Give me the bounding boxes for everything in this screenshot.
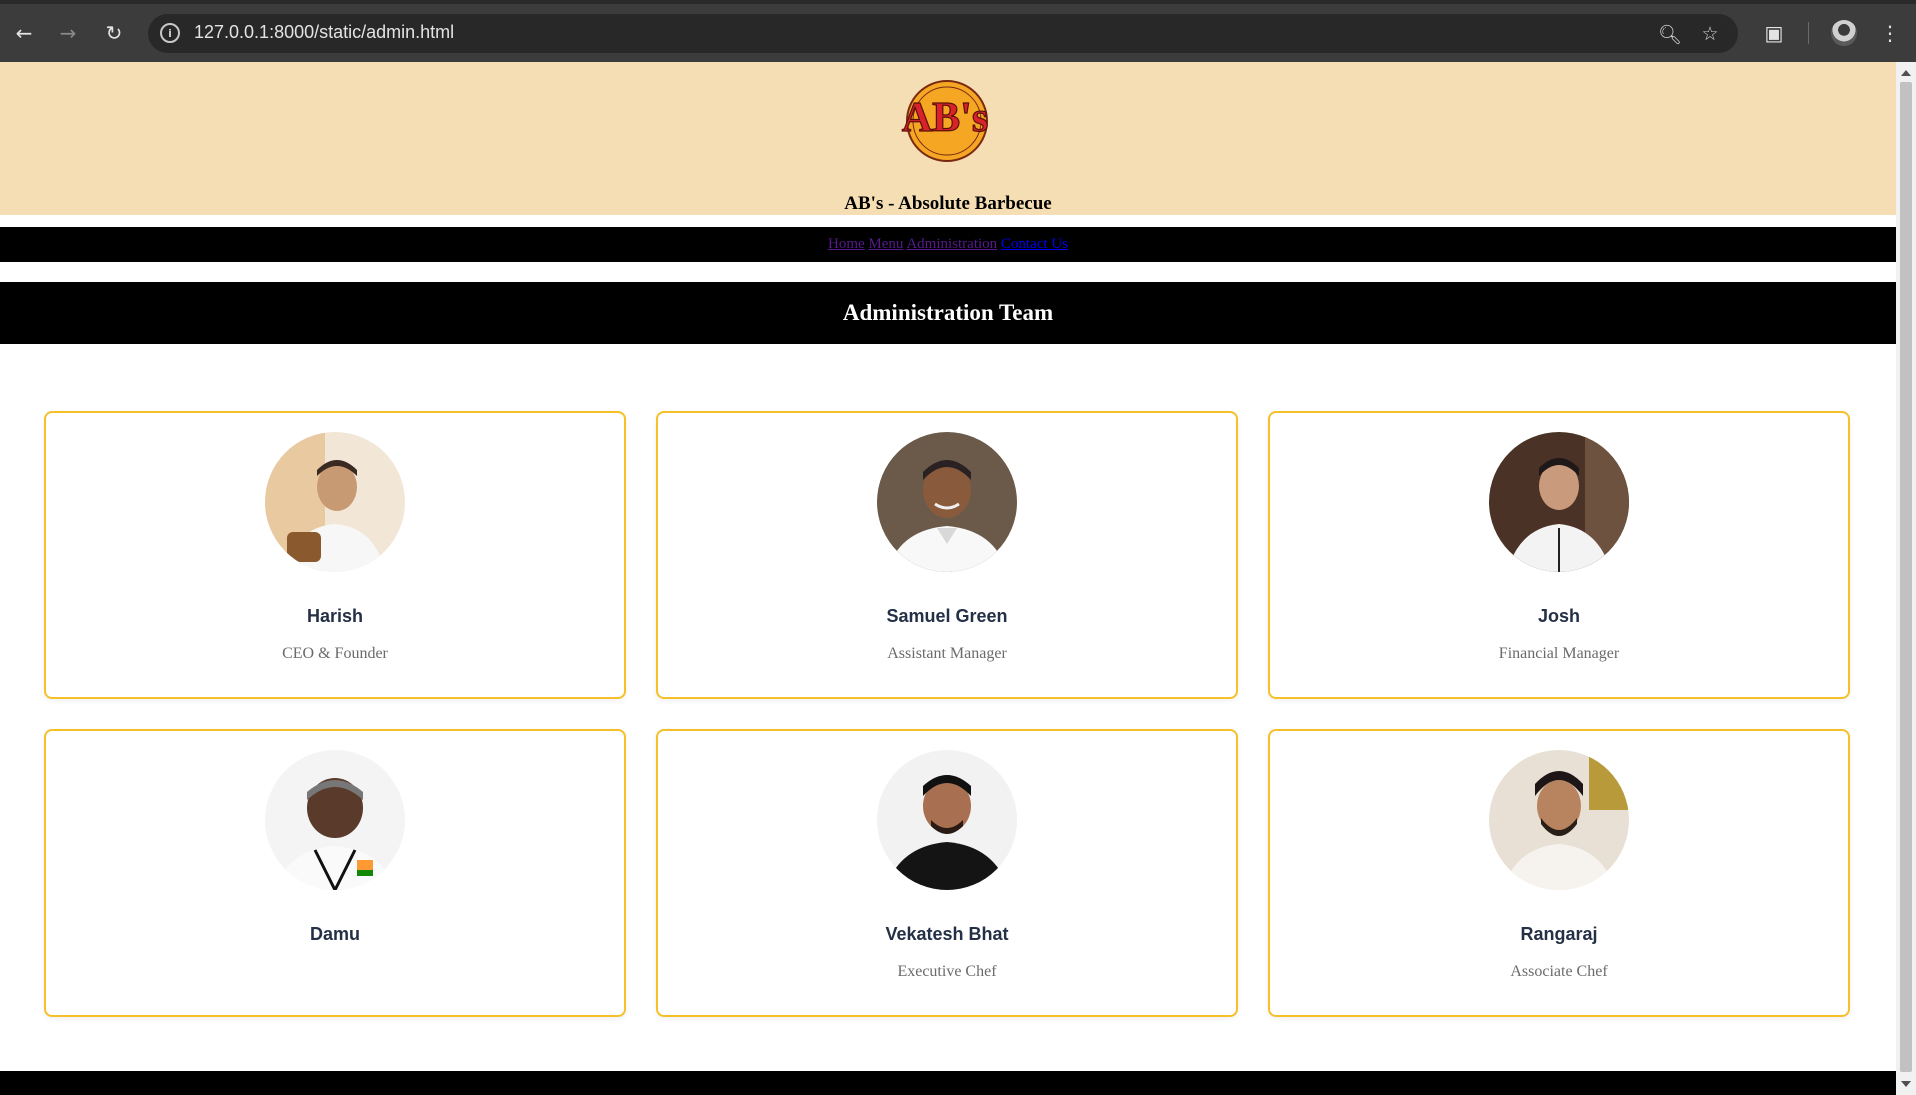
- page-viewport: AB's AB's - Absolute Barbecue Home Menu …: [0, 62, 1896, 1095]
- member-photo: [265, 750, 405, 890]
- scroll-down-arrow-icon[interactable]: [1901, 1081, 1911, 1087]
- reload-icon[interactable]: ↻: [98, 17, 130, 49]
- member-name: Josh: [1537, 606, 1580, 626]
- nav-link-home[interactable]: Home: [828, 236, 865, 252]
- member-name: Vekatesh Bhat: [885, 924, 1009, 944]
- scroll-up-arrow-icon[interactable]: [1901, 70, 1911, 76]
- member-photo: [877, 750, 1017, 890]
- address-bar[interactable]: i 127.0.0.1:8000/static/admin.html 🔍︎ ☆: [148, 14, 1738, 53]
- member-name: Harish: [306, 606, 364, 626]
- site-header: AB's AB's - Absolute Barbecue: [0, 62, 1896, 215]
- brand-logo: AB's: [901, 80, 989, 162]
- nav-link-menu[interactable]: Menu: [868, 236, 903, 252]
- team-card-rangaraj: Rangaraj Associate Chef: [1268, 729, 1850, 1017]
- forward-icon[interactable]: →: [52, 17, 84, 49]
- member-photo: [1489, 432, 1629, 572]
- back-icon[interactable]: ←: [8, 17, 40, 49]
- nav-link-administration[interactable]: Administration: [906, 236, 997, 252]
- team-grid: Harish CEO & Founder Samuel Green Assist…: [44, 411, 1850, 1017]
- nav-link-contact-us[interactable]: Contact Us: [1001, 236, 1068, 252]
- team-card-harish: Harish CEO & Founder: [44, 411, 626, 699]
- zoom-icon[interactable]: 🔍︎: [1656, 20, 1684, 48]
- kebab-menu-icon[interactable]: ⋮: [1874, 17, 1906, 49]
- profile-icon[interactable]: [1831, 20, 1857, 46]
- member-role: Assistant Manager: [887, 645, 1007, 662]
- screenshot-icon[interactable]: ▣: [1758, 17, 1790, 49]
- main-nav: Home Menu Administration Contact Us: [0, 227, 1896, 262]
- url-text[interactable]: 127.0.0.1:8000/static/admin.html: [194, 22, 454, 43]
- team-card-josh: Josh Financial Manager: [1268, 411, 1850, 699]
- member-photo: [265, 432, 405, 572]
- toolbar-divider: [1808, 22, 1809, 44]
- team-card-damu: Damu: [44, 729, 626, 1017]
- member-role: Executive Chef: [897, 963, 997, 980]
- member-name: Rangaraj: [1520, 924, 1598, 944]
- bookmark-star-icon[interactable]: ☆: [1696, 20, 1724, 48]
- browser-toolbar: ← → ↻ i 127.0.0.1:8000/static/admin.html…: [0, 0, 1916, 62]
- team-card-vekatesh-bhat: Vekatesh Bhat Executive Chef: [656, 729, 1238, 1017]
- member-name: Samuel Green: [886, 606, 1008, 626]
- member-photo: [1489, 750, 1629, 890]
- footer: [0, 1071, 1896, 1095]
- scrollbar-thumb[interactable]: [1900, 82, 1912, 1072]
- site-info-icon[interactable]: i: [160, 23, 180, 43]
- section-title: Administration Team: [0, 282, 1896, 344]
- site-title: AB's - Absolute Barbecue: [844, 193, 1052, 214]
- tab-strip-edge: [0, 0, 1916, 4]
- logo-text: AB's: [902, 95, 988, 141]
- vertical-scrollbar[interactable]: [1896, 62, 1916, 1095]
- member-role: Financial Manager: [1498, 645, 1620, 662]
- team-card-samuel-green: Samuel Green Assistant Manager: [656, 411, 1238, 699]
- member-role: CEO & Founder: [282, 645, 388, 662]
- member-name: Damu: [309, 924, 360, 944]
- member-photo: [877, 432, 1017, 572]
- member-role: Associate Chef: [1510, 963, 1608, 980]
